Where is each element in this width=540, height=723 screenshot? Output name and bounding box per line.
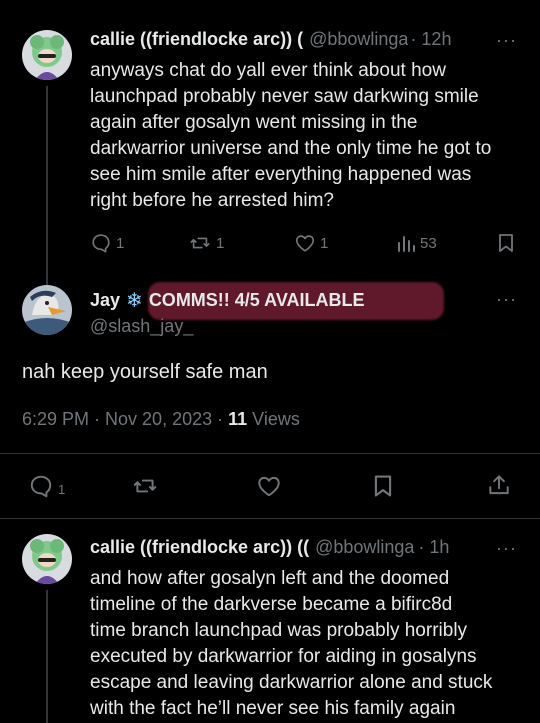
author-handle[interactable]: @bbowlinga <box>309 29 408 50</box>
avatar[interactable] <box>22 534 72 584</box>
views-count: 11 <box>228 409 248 429</box>
snowflake-icon: ❄ <box>126 290 143 312</box>
views-label: Views <box>247 409 300 429</box>
avatar[interactable] <box>22 30 72 80</box>
text-line: time branch launchpad was probably horri… <box>90 620 468 641</box>
heart-icon <box>295 235 315 252</box>
retweet-icon <box>190 237 210 249</box>
retweet-icon <box>133 479 157 493</box>
text-line: anyways chat do yall ever think about ho… <box>90 60 446 81</box>
avatar-image <box>22 285 72 335</box>
share-icon <box>489 475 509 495</box>
like-count: 1 <box>320 234 329 252</box>
reply-count: 1 <box>58 481 66 497</box>
divider <box>0 518 540 519</box>
share-button[interactable] <box>486 472 512 498</box>
author-handle[interactable]: @slash_jay_ <box>90 316 193 337</box>
heart-icon <box>258 476 280 497</box>
views-button[interactable]: 53 <box>396 232 437 254</box>
author-name[interactable]: Jay <box>90 290 120 311</box>
bookmark-button[interactable] <box>496 232 516 254</box>
reply-count: 1 <box>116 234 125 252</box>
thread-line <box>46 590 48 723</box>
bookmark-button[interactable] <box>371 473 395 499</box>
views-count: 53 <box>420 234 437 252</box>
tweet-timestamp: 6:29 PM · Nov 20, 2023 · 11 Views <box>22 409 300 430</box>
text-line: see him smile after everything happened … <box>90 164 472 185</box>
avatar-image <box>22 534 72 584</box>
text-line: and how after gosalyn left and the doome… <box>90 568 450 589</box>
text-line: launchpad probably never saw darkwing sm… <box>90 86 479 107</box>
avatar-image <box>22 30 72 80</box>
reply-icon <box>30 475 52 498</box>
bookmark-icon <box>499 234 513 252</box>
author-handle[interactable]: @bbowlinga <box>315 537 414 558</box>
more-options-icon[interactable]: ··· <box>496 538 517 559</box>
avatar[interactable] <box>22 285 72 335</box>
text-line: again after gosalyn went missing in the <box>90 112 418 133</box>
author-name-extra[interactable]: COMMS!! 4/5 AVAILABLE <box>149 290 365 311</box>
more-options-icon[interactable]: ··· <box>496 289 517 310</box>
thread-line <box>46 86 48 286</box>
tweet-header: callie ((friendlocke arc)) ( @bbowlinga … <box>90 29 486 50</box>
reply-icon <box>92 234 110 253</box>
timestamp-text[interactable]: 6:29 PM · Nov 20, 2023 · <box>22 409 228 429</box>
text-line: escape and leaving darkwarrior alone and… <box>90 672 493 693</box>
tweet-text: nah keep yourself safe man <box>22 361 268 383</box>
bookmark-icon <box>374 475 392 497</box>
retweet-button[interactable] <box>131 473 159 499</box>
divider <box>0 453 540 454</box>
tweet-text: and how after gosalyn left and the doome… <box>90 566 492 722</box>
like-button[interactable] <box>255 473 283 499</box>
author-row: Jay ❄ COMMS!! 4/5 AVAILABLE <box>90 288 470 313</box>
text-line: timeline of the darkverse became a bifir… <box>90 594 453 615</box>
views-icon <box>398 236 415 252</box>
text-line: with the fact he’ll never see his family… <box>90 698 456 719</box>
text-line: right before he arrested him? <box>90 190 334 211</box>
reply-button[interactable]: 1 <box>28 473 65 499</box>
text-line: executed by darkwarrior for aiding in go… <box>90 646 477 667</box>
text-line: darkwarrior universe and the only time h… <box>90 138 492 159</box>
tweet-header: callie ((friendlocke arc)) (( @bbowlinga… <box>90 537 486 558</box>
retweet-button[interactable]: 1 <box>188 232 224 254</box>
tweet-time[interactable]: · 12h <box>410 29 451 50</box>
reply-button[interactable]: 1 <box>90 232 124 254</box>
author-name[interactable]: callie ((friendlocke arc)) ( <box>90 29 303 50</box>
like-button[interactable]: 1 <box>294 232 328 254</box>
tweet-text: anyways chat do yall ever think about ho… <box>90 58 491 214</box>
author-name[interactable]: callie ((friendlocke arc)) (( <box>90 537 309 558</box>
retweet-count: 1 <box>216 234 225 252</box>
more-options-icon[interactable]: ··· <box>496 30 517 51</box>
tweet-time[interactable]: · 1h <box>418 537 449 558</box>
